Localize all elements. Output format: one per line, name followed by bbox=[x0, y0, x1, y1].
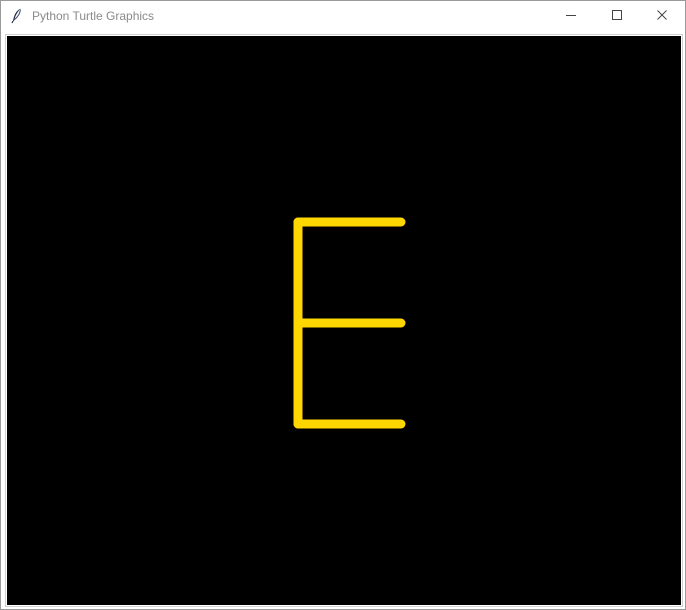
letter-e-drawing bbox=[293, 217, 406, 429]
title-bar[interactable]: Python Turtle Graphics bbox=[1, 1, 685, 32]
window-title: Python Turtle Graphics bbox=[32, 9, 155, 23]
maximize-button[interactable] bbox=[594, 1, 640, 32]
close-icon bbox=[656, 8, 668, 26]
turtle-canvas[interactable] bbox=[7, 36, 681, 605]
minimize-button[interactable] bbox=[548, 1, 594, 32]
feather-icon bbox=[9, 8, 25, 24]
maximize-icon bbox=[611, 8, 623, 26]
turtle-drawing bbox=[293, 217, 406, 429]
close-button[interactable] bbox=[639, 1, 685, 32]
minimize-icon bbox=[565, 8, 577, 26]
canvas-frame bbox=[5, 34, 683, 607]
turtle-window: Python Turtle Graphics bbox=[0, 0, 686, 610]
